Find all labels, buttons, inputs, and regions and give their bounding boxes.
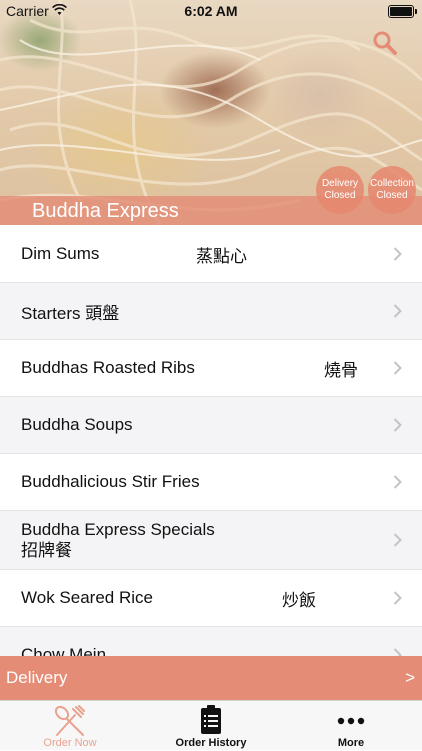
collection-status-line2: Closed — [376, 190, 408, 201]
delivery-mode-label: Delivery — [6, 668, 68, 687]
search-icon[interactable] — [372, 30, 398, 56]
chevron-right-icon — [393, 533, 402, 547]
menu-item-roasted-ribs[interactable]: Buddhas Roasted Ribs 燒骨 — [0, 340, 422, 397]
menu-item-chinese-name: 招牌餐 — [21, 541, 72, 560]
menu-item-name: Dim Sums — [21, 244, 100, 263]
menu-item-wok-seared-rice[interactable]: Wok Seared Rice 炒飯 — [0, 570, 422, 627]
clipboard-icon — [201, 705, 221, 734]
collection-status-line1: Collection — [370, 178, 414, 189]
chevron-right-icon — [393, 247, 402, 261]
tab-more[interactable]: More — [281, 701, 421, 751]
fork-spoon-icon — [54, 705, 85, 736]
menu-category-list[interactable]: Dim Sums 蒸點心 Starters 頭盤 Buddhas Roasted… — [0, 226, 422, 656]
chevron-right-icon — [393, 648, 402, 656]
menu-item-dim-sums[interactable]: Dim Sums 蒸點心 — [0, 226, 422, 283]
tab-order-history[interactable]: Order History — [141, 701, 281, 751]
menu-item-starters[interactable]: Starters 頭盤 — [0, 283, 422, 340]
delivery-arrow-icon: > — [405, 668, 415, 687]
collection-status-badge: Collection Closed — [368, 166, 416, 214]
clock: 6:02 AM — [184, 3, 238, 19]
menu-item-name: Starters 頭盤 — [21, 303, 120, 323]
chevron-right-icon — [393, 591, 402, 605]
chevron-right-icon — [393, 418, 402, 432]
more-dots-icon — [337, 717, 365, 725]
tab-label: More — [337, 737, 365, 749]
menu-item-name: Buddha Express Specials — [21, 520, 215, 539]
menu-item-name: Buddha Soups — [21, 415, 133, 434]
chevron-right-icon — [393, 304, 402, 318]
tab-order-now[interactable]: Order Now — [0, 701, 140, 751]
delivery-mode-bar[interactable]: Delivery > — [0, 656, 422, 700]
restaurant-name: Buddha Express — [32, 200, 179, 222]
menu-item-stir-fries[interactable]: Buddhalicious Stir Fries — [0, 454, 422, 511]
chevron-right-icon — [393, 475, 402, 489]
menu-item-chow-mein[interactable]: Chow Mein — [0, 627, 422, 656]
delivery-status-line1: Delivery — [321, 178, 359, 189]
menu-item-name: Buddhalicious Stir Fries — [21, 472, 200, 491]
menu-item-name: Chow Mein — [21, 645, 107, 656]
menu-item-name: Buddhas Roasted Ribs — [21, 358, 195, 377]
menu-item-chinese-name: 蒸點心 — [196, 246, 247, 266]
delivery-status-line2: Closed — [324, 190, 356, 201]
menu-item-chinese-name: 燒骨 — [324, 360, 358, 380]
menu-item-name: Wok Seared Rice — [21, 588, 153, 607]
tab-label: Order History — [175, 737, 247, 749]
delivery-status-badge: Delivery Closed — [316, 166, 364, 214]
status-bar: Carrier 6:02 AM — [0, 0, 422, 22]
menu-item-specials[interactable]: Buddha Express Specials 招牌餐 — [0, 511, 422, 570]
battery-icon — [388, 5, 417, 18]
tab-bar: Order Now Order History More — [0, 700, 422, 750]
tab-label: Order Now — [43, 737, 97, 749]
chevron-right-icon — [393, 361, 402, 375]
menu-item-soups[interactable]: Buddha Soups — [0, 397, 422, 454]
menu-item-chinese-name: 炒飯 — [282, 590, 316, 610]
